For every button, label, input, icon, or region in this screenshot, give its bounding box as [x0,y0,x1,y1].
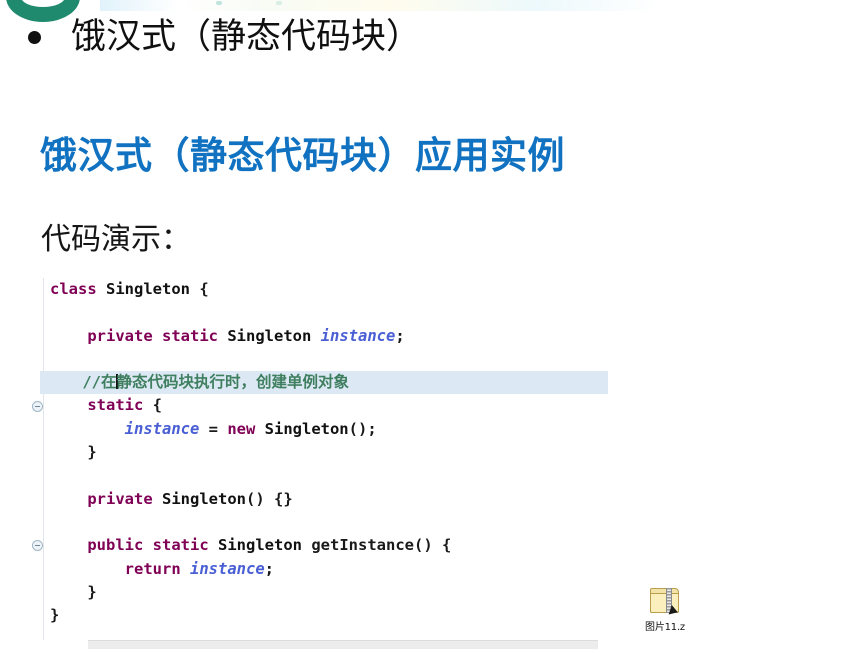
code-token: instance [124,419,200,438]
code-token: static [152,536,209,555]
code-token: ; [395,326,405,345]
fold-collapse-icon[interactable] [32,400,43,412]
code-line[interactable]: public static Singleton getInstance() { [45,534,600,557]
code-line[interactable]: } [45,441,600,464]
code-token: static [162,326,218,345]
code-token: { [190,280,209,298]
gutter-divider [43,278,44,640]
code-token: static [87,396,144,415]
code-line[interactable]: return instance; [45,558,600,581]
code-line[interactable] [45,511,600,534]
code-token: instance [320,326,396,345]
code-token: private [87,326,153,345]
code-token: Singleton [227,326,312,345]
code-line[interactable] [45,301,600,324]
code-line[interactable]: //在静态代码块执行时，创建单例对象 [40,371,608,395]
code-token: Singleton [264,419,349,438]
code-token: (); [348,419,377,438]
code-line[interactable]: private Singleton() {} [45,488,600,511]
code-line[interactable]: } [45,581,600,604]
code-line[interactable]: static { [45,394,600,417]
bullet-title-text: 饿汉式（静态代码块） [71,17,422,57]
zip-archive-icon[interactable] [648,586,682,617]
bullet-dot-icon [28,30,41,44]
page-title: 饿汉式（静态代码块）应用实例 [40,134,565,177]
cropped-header-dot [276,1,282,5]
code-line[interactable]: instance = new Singleton(); [45,418,600,441]
code-token: { [143,396,162,415]
code-token: new [227,419,256,438]
code-token: 静态代码块执行时，创建单例对象 [116,373,350,392]
editor-gutter[interactable] [28,278,44,640]
code-token: return [124,559,181,578]
code-line[interactable] [45,348,600,371]
zip-pull-tab [668,605,680,617]
code-line[interactable]: private static Singleton instance; [45,325,600,348]
code-token: } [50,606,60,625]
fold-collapse-icon[interactable] [32,540,43,552]
bullet-title: 饿汉式（静态代码块） [28,18,421,57]
code-line[interactable]: } [45,604,600,627]
code-text[interactable]: class Singleton { private static Singlet… [40,278,608,627]
cropped-header-dot [216,1,222,5]
cropped-header-remnant [100,0,660,11]
code-token: Singleton [162,489,246,508]
code-token: = [199,419,228,438]
zip-item-label: 图片11.z [645,622,685,633]
section-label: 代码演示： [41,222,191,257]
desktop-zip-item[interactable]: 图片11.z [636,586,694,633]
code-token: class [50,280,97,298]
code-token: ; [264,559,274,578]
code-token: //在 [82,373,117,392]
code-token: instance [190,559,265,578]
code-line[interactable]: class Singleton { [45,278,600,301]
code-token: } [50,443,97,462]
code-token: () {} [246,489,293,508]
code-token: } [50,582,97,601]
code-token: Singleton [218,536,303,555]
code-token: Singleton [106,280,191,298]
code-token: private [87,489,153,508]
code-line[interactable] [45,464,600,487]
code-token: public [87,536,144,555]
code-token: getInstance() { [302,536,452,555]
code-editor[interactable]: class Singleton { private static Singlet… [28,278,608,649]
editor-bottom-bar [88,640,598,649]
